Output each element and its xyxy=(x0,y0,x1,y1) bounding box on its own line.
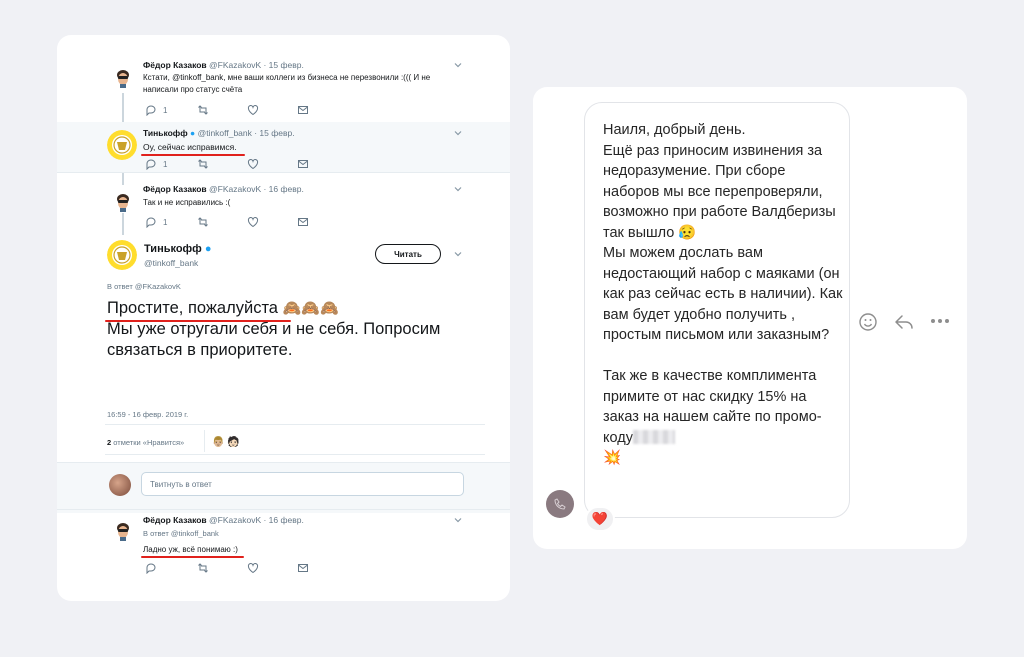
retweet-icon xyxy=(198,105,208,115)
reply-button[interactable]: 1 xyxy=(145,104,167,116)
tweet-4[interactable]: Фёдор Казаков @FKazakovK · 16 февр. В от… xyxy=(57,509,510,579)
timestamp: 16:59 - 16 февр. 2019 г. xyxy=(107,410,189,419)
author-name[interactable]: Фёдор Казаков xyxy=(143,60,207,70)
envelope-icon xyxy=(298,564,308,572)
author-handle[interactable]: @tinkoff_bank xyxy=(144,258,198,268)
message-button[interactable] xyxy=(297,158,309,170)
tinkoff-avatar[interactable] xyxy=(107,130,137,160)
retweet-button[interactable] xyxy=(197,216,209,228)
message-text: Наиля, добрый день. Ещё раз приносим изв… xyxy=(603,122,843,466)
message-bubble[interactable]: Наиля, добрый день. Ещё раз приносим изв… xyxy=(584,102,850,518)
heart-icon xyxy=(247,105,259,116)
tweet-text: Так и не исправились :( xyxy=(143,198,231,207)
reply-icon xyxy=(146,105,156,116)
author-name[interactable]: Тинькофф xyxy=(144,243,202,255)
heart-icon xyxy=(247,159,259,170)
retweet-button[interactable] xyxy=(197,562,209,574)
chevron-down-icon[interactable] xyxy=(453,249,463,259)
reply-to-label: В ответ @tinkoff_bank xyxy=(143,529,219,538)
retweet-icon xyxy=(198,159,208,169)
tweet-text: Кстати, @tinkoff_bank, мне ваши коллеги … xyxy=(143,73,431,94)
chevron-down-icon[interactable] xyxy=(453,60,463,70)
reply-icon xyxy=(146,159,156,170)
reply-button[interactable] xyxy=(145,562,157,574)
tweet-meta: @tinkoff_bank · 15 февр. xyxy=(197,128,295,138)
main-tweet: Тинькофф ● @tinkoff_bank Читать В ответ … xyxy=(57,232,510,492)
tweet-text: Ладно уж, всё понимаю :) xyxy=(143,545,238,554)
like-button[interactable] xyxy=(247,104,259,116)
tweet-text: Оу, сейчас исправимся. xyxy=(143,142,237,152)
reply-button[interactable]: 1 xyxy=(145,216,167,228)
reply-input[interactable]: Твитнуть в ответ xyxy=(141,472,464,496)
author-name[interactable]: Фёдор Казаков xyxy=(143,184,207,194)
reply-area: Твитнуть в ответ xyxy=(57,463,510,513)
red-underline xyxy=(105,320,291,322)
retweet-button[interactable] xyxy=(197,104,209,116)
reaction-badge[interactable]: ❤️ xyxy=(585,506,615,532)
heart-icon xyxy=(247,563,259,574)
like-button[interactable] xyxy=(247,158,259,170)
tweet-meta: @FKazakovK · 16 февр. xyxy=(209,184,304,194)
tweet-2[interactable]: Тинькофф ● @tinkoff_bank · 15 февр. Оу, … xyxy=(57,122,510,172)
likes-summary[interactable]: 2 отметки «Нравится» xyxy=(107,438,184,447)
envelope-icon xyxy=(298,160,308,168)
tweet-meta: @FKazakovK · 16 февр. xyxy=(209,515,304,525)
tweet-3[interactable]: Фёдор Казаков @FKazakovK · 16 февр. Так … xyxy=(57,172,510,232)
explosion-emoji: 💥 xyxy=(603,450,622,466)
follow-label: Читать xyxy=(394,249,422,259)
tweet-meta: @FKazakovK · 15 февр. xyxy=(209,60,304,70)
envelope-icon xyxy=(298,106,308,114)
retweet-icon xyxy=(198,217,208,227)
main-tweet-text-line1: Простите, пожалуйста xyxy=(107,299,278,317)
message-button[interactable] xyxy=(297,562,309,574)
user-avatar[interactable] xyxy=(109,474,131,496)
heart-icon xyxy=(247,217,259,228)
divider xyxy=(105,454,485,455)
main-tweet-text: Мы уже отругали себя и не себя. Попросим… xyxy=(107,320,441,359)
verified-icon: ● xyxy=(190,128,196,138)
liker-avatars[interactable]: 👨🏼 🧑🏻 xyxy=(212,437,240,448)
author-name[interactable]: Фёдор Казаков xyxy=(143,515,207,525)
message-button[interactable] xyxy=(297,104,309,116)
vertical-divider xyxy=(204,430,205,452)
like-button[interactable] xyxy=(247,562,259,574)
phone-icon xyxy=(554,498,566,510)
see-no-evil-emoji: 🙈🙈🙈 xyxy=(282,300,339,317)
retweet-button[interactable] xyxy=(197,158,209,170)
heart-reaction-icon: ❤️ xyxy=(591,511,609,526)
direct-message-card: Наиля, добрый день. Ещё раз приносим изв… xyxy=(533,87,967,549)
blurred-promo-code xyxy=(632,429,675,444)
divider xyxy=(105,424,485,425)
chevron-down-icon[interactable] xyxy=(453,128,463,138)
reply-to-label: В ответ @FKazakovK xyxy=(107,282,181,291)
reply-icon xyxy=(146,563,156,574)
fedor-avatar[interactable] xyxy=(112,66,134,88)
tweet-1[interactable]: Фёдор Казаков @FKazakovK · 15 февр. Кста… xyxy=(57,35,510,125)
message-button[interactable] xyxy=(297,216,309,228)
author-name[interactable]: Тинькофф xyxy=(143,128,188,138)
follow-button[interactable]: Читать xyxy=(375,244,441,264)
chevron-down-icon[interactable] xyxy=(453,184,463,194)
chevron-down-icon[interactable] xyxy=(453,515,463,525)
fedor-avatar[interactable] xyxy=(112,190,134,212)
sender-avatar[interactable] xyxy=(546,490,574,518)
emoji-react-icon[interactable] xyxy=(858,312,878,332)
reply-button[interactable]: 1 xyxy=(145,158,167,170)
more-options-icon[interactable] xyxy=(930,317,950,325)
like-button[interactable] xyxy=(247,216,259,228)
red-underline xyxy=(141,154,245,156)
twitter-thread-card: Фёдор Казаков @FKazakovK · 15 февр. Кста… xyxy=(57,35,510,601)
red-underline xyxy=(141,556,244,558)
reply-arrow-icon[interactable] xyxy=(893,312,915,332)
retweet-icon xyxy=(198,563,208,573)
envelope-icon xyxy=(298,218,308,226)
tinkoff-avatar[interactable] xyxy=(107,240,137,270)
reply-icon xyxy=(146,217,156,228)
reply-placeholder: Твитнуть в ответ xyxy=(150,480,212,489)
verified-icon: ● xyxy=(204,243,212,255)
fedor-avatar[interactable] xyxy=(112,519,134,541)
